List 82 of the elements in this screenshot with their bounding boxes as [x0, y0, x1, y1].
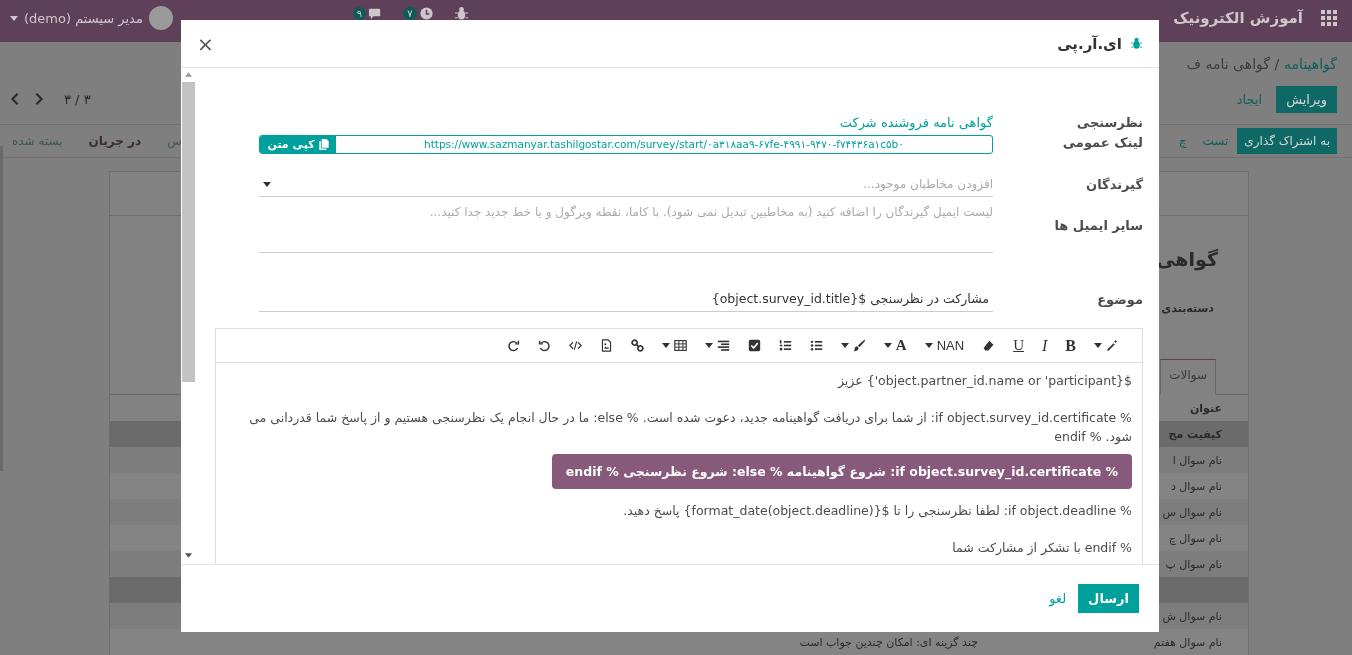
caret-icon	[704, 343, 713, 348]
status-stage[interactable]: س	[167, 134, 182, 148]
caret-icon	[924, 343, 933, 348]
table-cell: نام سوال هفتم	[1153, 635, 1222, 649]
bug-icon[interactable]	[453, 6, 469, 21]
undo-icon	[537, 339, 551, 352]
dialog-title: ای.آر.پی	[1057, 34, 1122, 53]
send-button[interactable]: ارسال	[1078, 584, 1139, 613]
scroll-down-icon[interactable]	[184, 553, 192, 558]
caret-icon	[1094, 343, 1102, 348]
breadcrumb-link[interactable]: گواهینامه	[1284, 56, 1337, 72]
next-icon[interactable]	[34, 92, 44, 106]
caret-icon	[263, 181, 271, 187]
link-icon	[630, 339, 644, 352]
cancel-button[interactable]: لغو	[1049, 591, 1067, 606]
numbered-list-icon	[778, 339, 792, 352]
underline-button[interactable]: U	[1004, 333, 1033, 358]
eraser-icon	[982, 339, 996, 352]
status-stage[interactable]: بسته شده	[12, 134, 63, 148]
caret-icon	[883, 343, 892, 348]
notebook-tab[interactable]: سوالات	[1160, 359, 1216, 395]
recipients-field[interactable]: افزودن مخاطبان موجود...	[259, 172, 993, 197]
public-link-field[interactable]: https://www.sazmanyar.tashilgostar.com/survey/start/۰a۳۱۸aa۹-۶۷fe-۴۹۹۱-۹۴۷۰-f۷۴۴۳۶a۱c۵b۰ کپی متن	[259, 135, 993, 154]
table-cell: نام سوال ش	[1162, 609, 1222, 623]
align-icon	[716, 339, 730, 352]
wand-icon	[1106, 339, 1119, 352]
field-label: موضوع	[1096, 292, 1143, 307]
email-paragraph: % if object.survey_id.certificate: از شما برای دریافت گواهینامه جدید، دعوت شده است. % else: ما در حال انجام یک نظرسنجی هستیم و از پاسخ شما قدردانی می شود. % endif	[248, 409, 1132, 446]
table-cell: نام سوال چ	[1168, 531, 1222, 545]
avatar-icon	[148, 6, 173, 30]
pager-value: ۳ / ۳	[64, 91, 91, 107]
field-label: لینک عمومی	[1061, 134, 1143, 150]
bullet-list-icon	[809, 339, 823, 352]
brush-icon	[852, 339, 866, 352]
create-button[interactable]: ایجاد	[1230, 85, 1269, 113]
close-button[interactable]: ×	[193, 33, 218, 54]
breadcrumb-current: / گواهی نامه ف	[1186, 56, 1280, 72]
email-paragraph: ${object.partner_id.name or 'participant'} عزیز	[836, 372, 1132, 390]
share-button[interactable]: به اشتراک گذاری	[1237, 128, 1337, 154]
table-cell: نام سوال ا	[1172, 453, 1222, 467]
field-label: نظرسنجی	[1075, 115, 1143, 130]
section-cell: کیفیت مح	[1168, 427, 1222, 441]
bold-button[interactable]: B	[1056, 333, 1085, 358]
app-title: آموزش الکترونیک	[1173, 9, 1303, 27]
table-cell-text: چند گزینه ای: امکان چندین جواب است	[799, 635, 979, 649]
copy-icon	[318, 139, 329, 150]
caret-icon	[661, 343, 670, 348]
table-cell: نام سوال س	[1162, 505, 1222, 519]
table-cell: نام سوال د	[1170, 479, 1222, 493]
apps-menu-icon[interactable]	[1321, 10, 1337, 26]
table-icon	[673, 339, 687, 352]
caret-icon	[840, 343, 849, 348]
user-menu[interactable]: مدیر سیستم (demo)	[10, 6, 173, 30]
survey-link[interactable]: گواهی نامه فروشنده شرکت	[839, 115, 993, 130]
previous-icon[interactable]	[10, 92, 20, 106]
font-size-button[interactable]: NAN	[915, 333, 974, 358]
activity-count-badge: ۷	[403, 7, 417, 20]
italic-button[interactable]: I	[1033, 333, 1057, 358]
code-icon	[568, 339, 582, 352]
email-paragraph: % if object.deadline: لطفا نظرسنجی را تا ${format_date(object.deadline)} پاسخ دهید.	[622, 502, 1132, 520]
start-survey-button[interactable]: % if object.survey_id.certificate: شروع گواهینامه % else: شروع نظرسنجی % endif	[551, 454, 1132, 489]
checkbox-icon	[747, 339, 761, 352]
action-button[interactable]: چ	[1171, 128, 1194, 154]
field-label: دسته‌بندی	[1161, 302, 1214, 315]
copy-button[interactable]: کپی متن	[260, 136, 336, 153]
message-count-badge: ۹	[352, 7, 367, 20]
image-icon	[599, 339, 613, 352]
edit-button[interactable]: ویرایش	[1276, 85, 1337, 113]
column-header: عنوان	[1189, 401, 1222, 415]
email-paragraph: % endif با تشکر از مشارکت شما	[951, 539, 1132, 557]
caret-icon	[10, 15, 18, 21]
table-cell: نام سوال پ	[1165, 557, 1222, 571]
scroll-up-icon[interactable]	[184, 72, 192, 77]
field-label: سایر ایمیل ها	[1053, 217, 1143, 233]
status-stage[interactable]: در جریان	[88, 134, 142, 148]
font-color-button[interactable]: A	[874, 333, 916, 358]
redo-icon	[506, 339, 520, 352]
action-button[interactable]: تست	[1195, 128, 1236, 154]
field-label: گیرندگان	[1085, 177, 1143, 192]
clock-icon[interactable]	[418, 6, 434, 21]
record-title: گواهی	[1156, 248, 1218, 270]
bug-icon	[1130, 37, 1143, 50]
